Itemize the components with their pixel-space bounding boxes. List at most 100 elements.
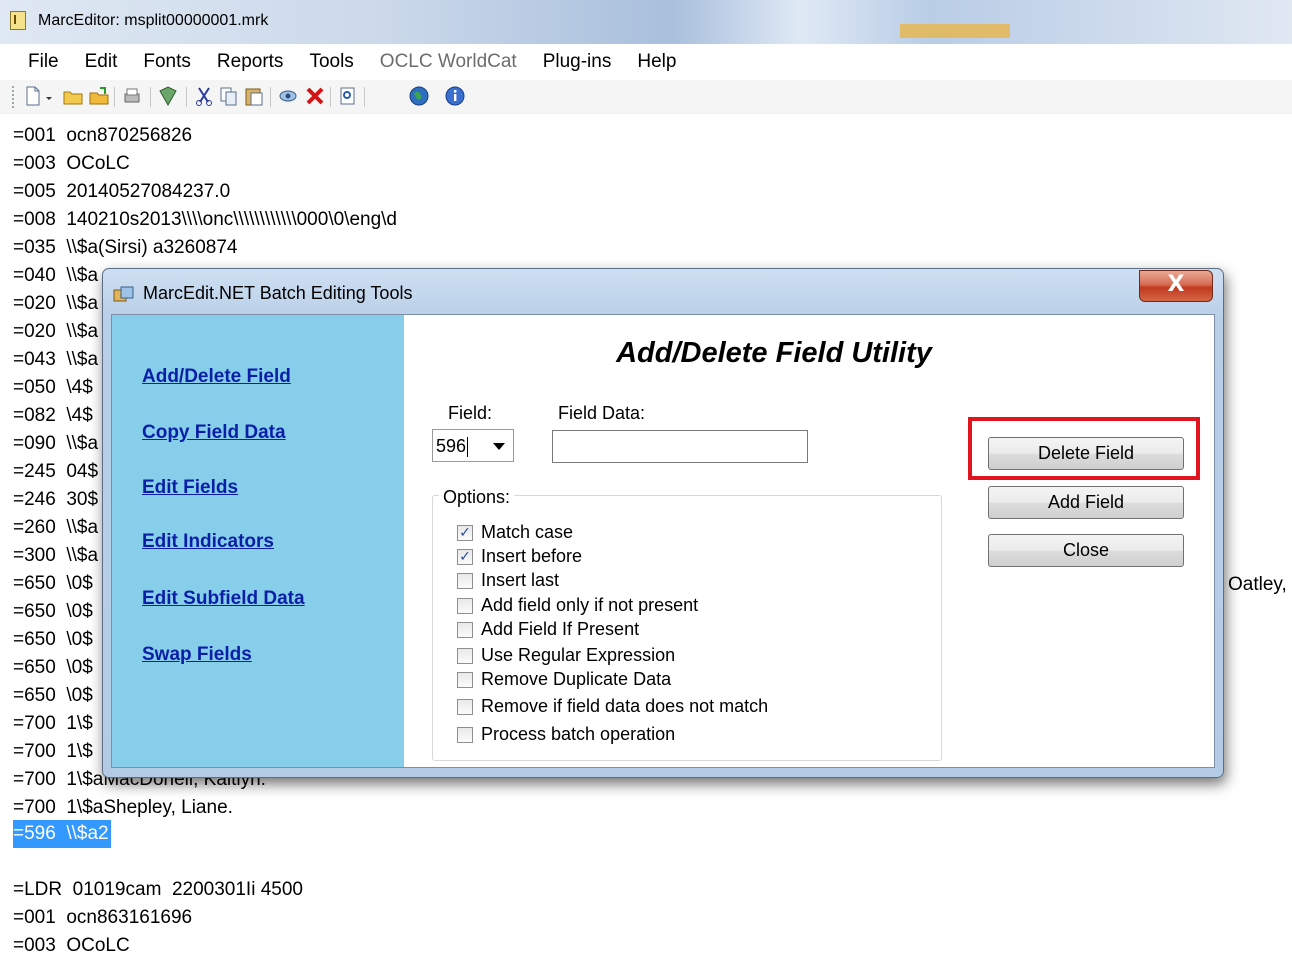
marc-line: =650 \0$ <box>13 657 93 678</box>
marc-line: =246 30$ <box>13 489 99 510</box>
checkbox-checked[interactable]: ✓ <box>457 525 473 541</box>
field-data-input[interactable] <box>552 430 808 463</box>
menu-reports[interactable]: Reports <box>204 51 297 73</box>
marc-line: =005 20140527084237.0 <box>13 181 231 202</box>
option-label: Add field only if not present <box>481 595 699 615</box>
field-label: Field: <box>448 403 493 423</box>
add-delete-field-panel: Add/Delete Field Utility Field: Field Da… <box>404 315 1214 767</box>
globe-icon[interactable] <box>408 85 430 107</box>
copy-icon[interactable] <box>218 85 240 107</box>
marc-line: =700 1\$ <box>13 713 93 734</box>
marc-line: =001 ocn870256826 <box>13 125 193 146</box>
annotation-highlight-box <box>968 417 1200 480</box>
dialog-close-button[interactable]: X <box>1139 270 1213 302</box>
print-icon[interactable] <box>121 85 143 107</box>
marc-line: =082 \4$ <box>13 405 93 426</box>
checkbox[interactable] <box>457 622 473 638</box>
window-title-bar: MarcEditor: msplit00000001.mrk <box>0 0 1292 44</box>
nav-copy-field-data[interactable]: Copy Field Data <box>142 422 286 444</box>
marc-line: =300 \\$a <box>13 545 99 566</box>
marc-line: =020 \\$a <box>13 293 99 314</box>
field-data-label: Field Data: <box>558 403 646 423</box>
paste-icon[interactable] <box>243 85 265 107</box>
tool-navigation: Add/Delete Field Copy Field Data Edit Fi… <box>112 315 404 767</box>
toolbar-separator <box>270 87 271 107</box>
marc-line: =003 OCoLC <box>13 153 130 174</box>
option-label: Use Regular Expression <box>481 645 676 665</box>
menu-plugins[interactable]: Plug-ins <box>530 51 625 73</box>
toolbar-grip[interactable] <box>12 86 17 108</box>
marc-line: =650 \0$ <box>13 601 93 622</box>
marc-line-selected[interactable]: =596 \\$a2 <box>13 820 111 848</box>
marc-line: =020 \\$a <box>13 321 99 342</box>
checkbox-checked[interactable]: ✓ <box>457 549 473 565</box>
delete-icon[interactable] <box>304 85 326 107</box>
cut-icon[interactable] <box>193 85 215 107</box>
dropdown-arrow-icon[interactable] <box>44 85 54 107</box>
marc-line: =035 \\$a(Sirsi) a3260874 <box>13 237 238 258</box>
close-button[interactable]: Close <box>988 534 1184 567</box>
marc-line: =700 1\$ <box>13 741 93 762</box>
toolbar-separator <box>330 87 331 107</box>
toolbar-separator <box>364 87 365 107</box>
menu-edit[interactable]: Edit <box>72 51 131 73</box>
checkbox[interactable] <box>457 648 473 664</box>
dialog-body: Add/Delete Field Copy Field Data Edit Fi… <box>111 314 1215 768</box>
open-file-icon[interactable] <box>88 85 110 107</box>
nav-edit-subfield-data[interactable]: Edit Subfield Data <box>142 588 305 610</box>
marc-line: =040 \\$a <box>13 265 99 286</box>
marceditor-app-icon <box>10 11 26 30</box>
nav-edit-fields[interactable]: Edit Fields <box>142 477 238 499</box>
menu-help[interactable]: Help <box>624 51 689 73</box>
menu-file[interactable]: File <box>0 51 72 73</box>
marc-line: =LDR 01019cam 2200301Ii 4500 <box>13 879 303 900</box>
checkbox[interactable] <box>457 727 473 743</box>
option-label: Match case <box>481 522 574 542</box>
add-field-button[interactable]: Add Field <box>988 486 1184 519</box>
option-label: Add Field If Present <box>481 619 640 639</box>
toolbar-separator <box>150 87 151 107</box>
checkbox[interactable] <box>457 573 473 589</box>
batch-tools-icon <box>113 286 134 302</box>
options-group: Options: ✓ Match case ✓ Insert before In… <box>432 487 942 761</box>
info-icon[interactable] <box>444 85 466 107</box>
menu-fonts[interactable]: Fonts <box>130 51 204 73</box>
validate-icon[interactable] <box>157 85 179 107</box>
marc-line: =008 140210s2013\\\\onc\\\\\\\\\\\\000\0… <box>13 209 397 230</box>
marc-line: =043 \\$a <box>13 349 99 370</box>
option-label: Remove if field data does not match <box>481 696 769 716</box>
new-file-icon[interactable] <box>22 85 44 107</box>
open-folder-icon[interactable] <box>62 85 84 107</box>
nav-add-delete-field[interactable]: Add/Delete Field <box>142 366 291 388</box>
preview-icon[interactable] <box>277 85 299 107</box>
menu-tools[interactable]: Tools <box>296 51 366 73</box>
marc-line: =090 \\$a <box>13 433 99 454</box>
utility-heading: Add/Delete Field Utility <box>616 337 932 369</box>
option-label: Insert last <box>481 570 560 590</box>
nav-swap-fields[interactable]: Swap Fields <box>142 644 252 666</box>
marc-line: =245 04$ <box>13 461 99 482</box>
field-tag-combobox[interactable]: 596 <box>432 429 514 462</box>
chevron-down-icon[interactable] <box>493 443 505 450</box>
marc-line: =650 \0$ <box>13 629 93 650</box>
menu-bar: File Edit Fonts Reports Tools OCLC World… <box>0 44 1292 80</box>
toolbar-separator <box>114 87 115 107</box>
marc-line: =260 \\$a <box>13 517 99 538</box>
field-tag-value: 596 <box>436 436 467 456</box>
toolbar <box>0 80 1292 114</box>
checkbox[interactable] <box>457 699 473 715</box>
title-bar-glow <box>900 24 1010 38</box>
marc-line: =003 OCoLC <box>13 935 130 956</box>
marc-line: =650 \0$ <box>13 573 93 594</box>
marc-line: =050 \4$ <box>13 377 93 398</box>
checkbox[interactable] <box>457 598 473 614</box>
find-icon[interactable] <box>337 85 359 107</box>
option-label: Insert before <box>481 546 583 566</box>
options-label: Options: <box>439 487 515 508</box>
window-title: MarcEditor: msplit00000001.mrk <box>38 12 269 29</box>
dialog-title: MarcEdit.NET Batch Editing Tools <box>143 283 413 303</box>
option-label: Remove Duplicate Data <box>481 669 672 689</box>
checkbox[interactable] <box>457 672 473 688</box>
nav-edit-indicators[interactable]: Edit Indicators <box>142 531 274 553</box>
marc-line: =650 \0$ <box>13 685 93 706</box>
